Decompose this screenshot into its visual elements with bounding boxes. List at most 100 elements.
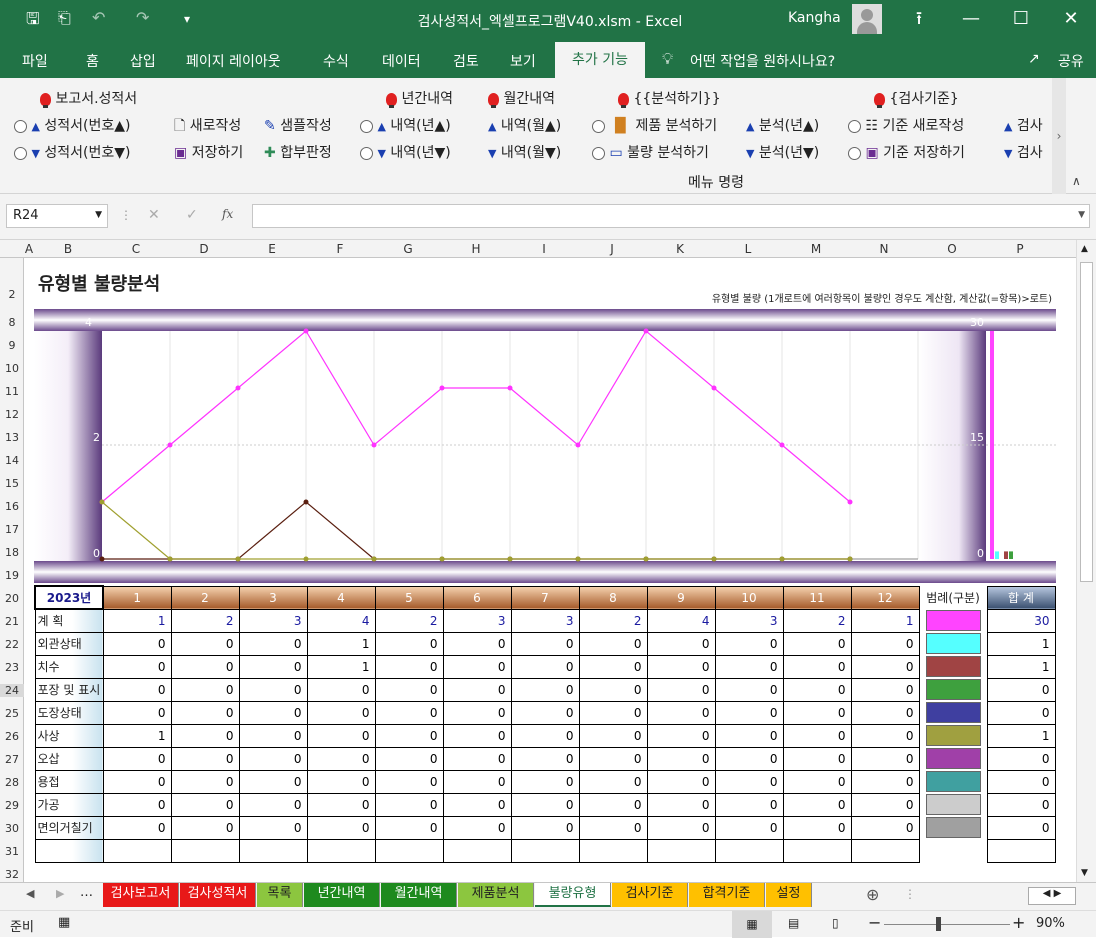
sample-create-button[interactable]: ✎ 샘플작성 [264, 115, 332, 135]
value-cell[interactable]: 2 [374, 608, 444, 633]
tab-scroll-left-icon[interactable]: ◀ [26, 887, 34, 900]
value-cell[interactable]: 0 [646, 631, 716, 656]
column-header[interactable]: L [714, 242, 782, 256]
zoom-out-button[interactable]: − [868, 913, 881, 932]
row-label[interactable]: 가공 [34, 792, 104, 817]
tab-scroll-right-icon[interactable]: ▶ [56, 887, 64, 900]
row-label[interactable]: 사상 [34, 723, 104, 748]
radio-icon[interactable] [360, 119, 373, 133]
monthly-asc-button[interactable]: ▲ 내역(월▲) [488, 115, 561, 135]
empty-cell[interactable] [646, 838, 716, 863]
value-cell[interactable]: 0 [782, 700, 852, 725]
tell-me-search[interactable]: 어떤 작업을 원하시나요? [690, 51, 835, 71]
value-cell[interactable]: 0 [782, 723, 852, 748]
empty-cell[interactable] [578, 838, 648, 863]
value-cell[interactable]: 0 [374, 723, 444, 748]
tab-data[interactable]: 데이터 [382, 51, 421, 71]
value-cell[interactable]: 0 [578, 792, 648, 817]
undo-icon[interactable]: ↶ [92, 8, 105, 27]
value-cell[interactable]: 0 [102, 792, 172, 817]
value-cell[interactable]: 0 [782, 677, 852, 702]
row-header[interactable]: 24 [0, 684, 24, 697]
column-header[interactable]: O [918, 242, 986, 256]
month-header[interactable]: 10 [714, 585, 784, 610]
page-break-view-icon[interactable]: ▯ [832, 916, 839, 930]
value-cell[interactable]: 0 [578, 654, 648, 679]
month-header[interactable]: 9 [646, 585, 716, 610]
row-header[interactable]: 23 [0, 661, 24, 674]
value-cell[interactable]: 0 [850, 631, 920, 656]
value-cell[interactable]: 0 [238, 723, 308, 748]
value-cell[interactable]: 0 [374, 815, 444, 840]
month-header[interactable]: 6 [442, 585, 512, 610]
month-header[interactable]: 1 [102, 585, 172, 610]
value-cell[interactable]: 0 [782, 654, 852, 679]
report-asc-button[interactable]: ▲ 성적서(번호▲) [14, 115, 130, 135]
value-cell[interactable]: 0 [442, 700, 512, 725]
value-cell[interactable]: 0 [306, 700, 376, 725]
row-header[interactable]: 28 [0, 776, 24, 789]
zoom-level[interactable]: 90% [1036, 916, 1065, 931]
value-cell[interactable]: 0 [714, 815, 784, 840]
column-header[interactable]: I [510, 242, 578, 256]
print-preview-icon[interactable]: ⎗ [58, 8, 71, 28]
value-cell[interactable]: 0 [170, 746, 240, 771]
year-cell[interactable]: 2023년 [34, 585, 104, 610]
row-header[interactable]: 20 [0, 592, 24, 605]
value-cell[interactable]: 0 [578, 700, 648, 725]
legend-swatch[interactable] [919, 747, 987, 770]
total-cell[interactable]: 0 [986, 815, 1056, 840]
value-cell[interactable]: 0 [714, 723, 784, 748]
row-header[interactable]: 13 [0, 431, 24, 444]
value-cell[interactable]: 0 [374, 746, 444, 771]
value-cell[interactable]: 1 [306, 654, 376, 679]
value-cell[interactable]: 0 [646, 654, 716, 679]
empty-cell[interactable] [714, 838, 784, 863]
value-cell[interactable]: 3 [714, 608, 784, 633]
column-header[interactable]: G [374, 242, 442, 256]
worksheet[interactable]: 유형별 불량분석 유형별 불량 (1개로트에 여러항목이 불량인 경우도 계산함… [24, 258, 1076, 882]
row-header[interactable]: 16 [0, 500, 24, 513]
column-header[interactable]: E [238, 242, 306, 256]
value-cell[interactable]: 0 [442, 792, 512, 817]
radio-icon[interactable] [14, 146, 27, 160]
zoom-slider[interactable] [884, 924, 1010, 925]
row-header[interactable]: 17 [0, 523, 24, 536]
row-header[interactable]: 26 [0, 730, 24, 743]
legend-swatch[interactable] [919, 770, 987, 793]
value-cell[interactable]: 0 [442, 769, 512, 794]
check-icon[interactable]: ✓ [186, 207, 198, 223]
month-header[interactable]: 5 [374, 585, 444, 610]
empty-cell[interactable] [102, 838, 172, 863]
row-header[interactable]: 8 [0, 316, 24, 329]
empty-cell[interactable] [850, 838, 920, 863]
sheet-tab[interactable]: 제품분석 [458, 883, 534, 907]
row-header[interactable]: 14 [0, 454, 24, 467]
total-cell[interactable]: 0 [986, 746, 1056, 771]
row-label[interactable]: 용접 [34, 769, 104, 794]
value-cell[interactable]: 0 [714, 631, 784, 656]
sheet-tab[interactable]: 합격기준 [689, 883, 765, 907]
maximize-button[interactable]: ☐ [1006, 6, 1036, 32]
value-cell[interactable]: 0 [374, 677, 444, 702]
month-header[interactable]: 2 [170, 585, 240, 610]
legend-header[interactable]: 범례(구분) [919, 586, 987, 609]
zoom-in-button[interactable]: + [1012, 913, 1025, 932]
row-header[interactable]: 12 [0, 408, 24, 421]
value-cell[interactable]: 0 [510, 769, 580, 794]
row-header[interactable]: 29 [0, 799, 24, 812]
value-cell[interactable]: 0 [306, 746, 376, 771]
total-cell[interactable]: 1 [986, 631, 1056, 656]
value-cell[interactable]: 0 [578, 631, 648, 656]
redo-icon[interactable]: ↷ [136, 8, 149, 27]
value-cell[interactable]: 0 [646, 769, 716, 794]
sheet-tab[interactable]: 검사기준 [612, 883, 688, 907]
empty-cell[interactable] [34, 838, 104, 863]
row-header[interactable]: 25 [0, 707, 24, 720]
value-cell[interactable]: 0 [782, 815, 852, 840]
value-cell[interactable]: 0 [442, 815, 512, 840]
value-cell[interactable]: 0 [442, 654, 512, 679]
row-label[interactable]: 치수 [34, 654, 104, 679]
macro-record-icon[interactable]: ▦ [58, 915, 70, 930]
empty-cell[interactable] [510, 838, 580, 863]
